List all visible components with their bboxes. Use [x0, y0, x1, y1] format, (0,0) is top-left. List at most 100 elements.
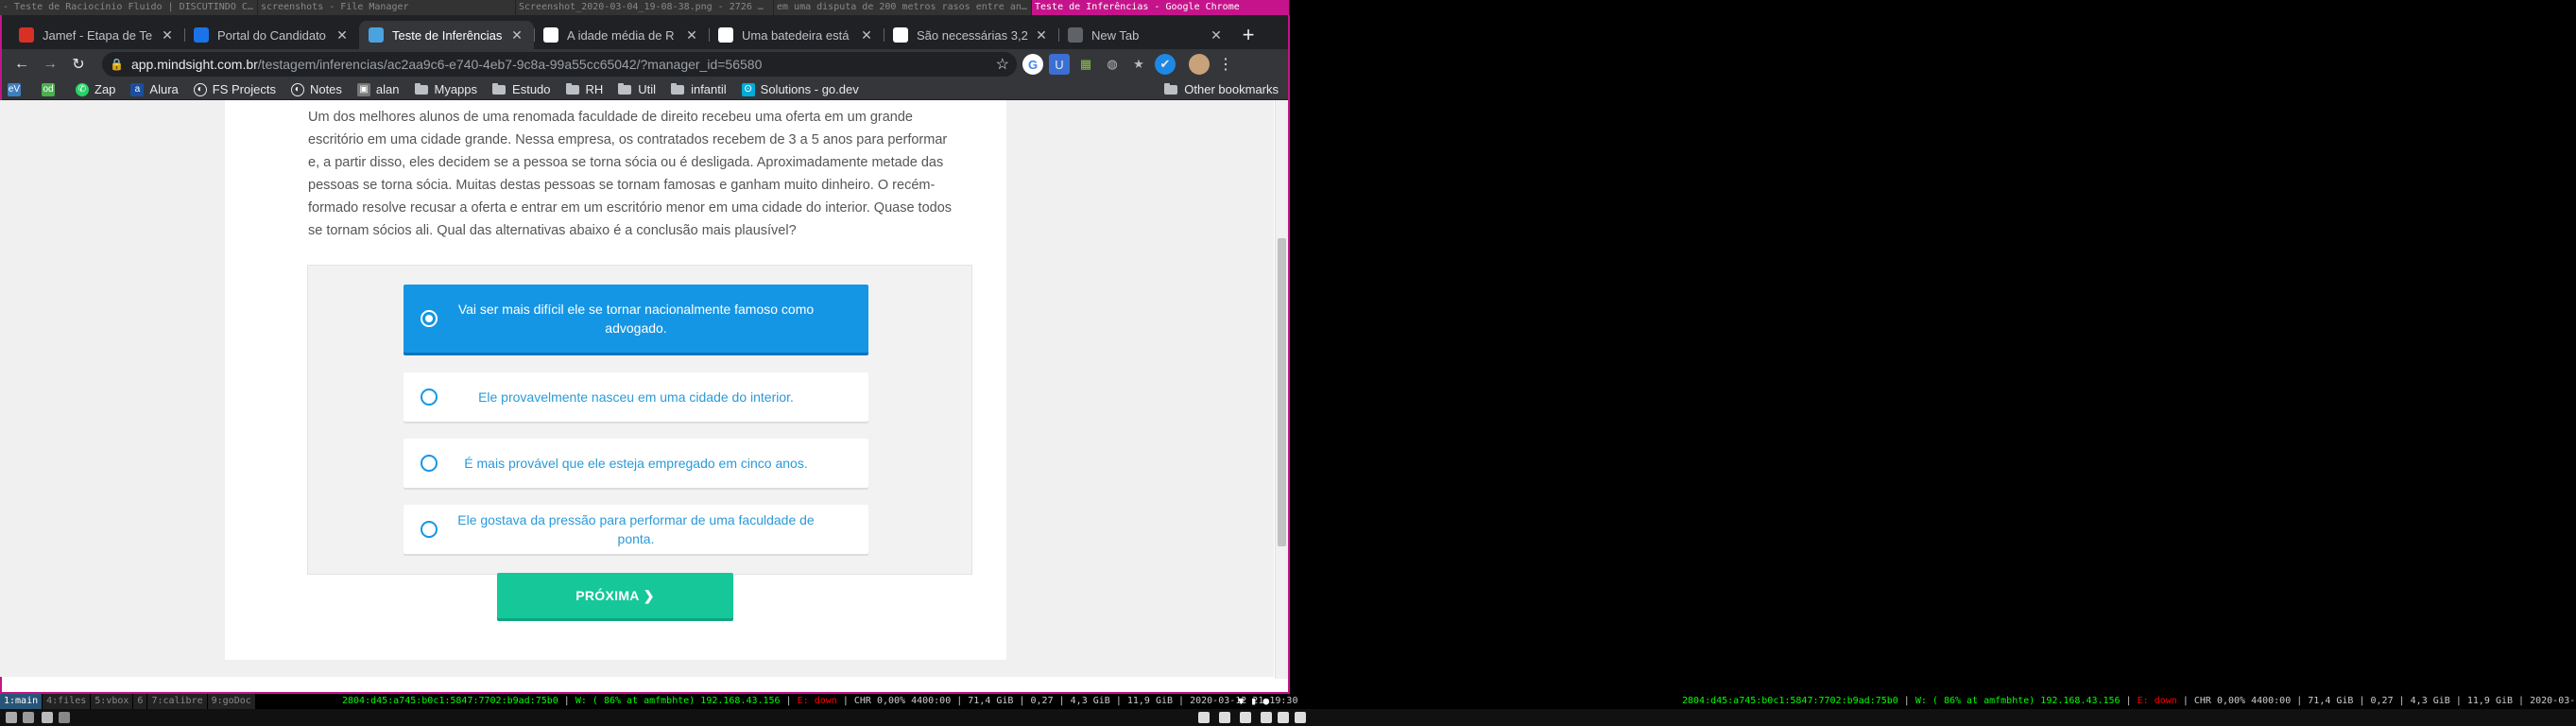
- bookmark-item[interactable]: od: [42, 82, 60, 96]
- ghost-extension-icon[interactable]: ◍: [1102, 54, 1123, 75]
- tab-favicon-icon: [893, 27, 908, 43]
- tab-favicon-icon: [19, 27, 34, 43]
- browser-tab[interactable]: Portal do Candidato ✕: [184, 21, 359, 49]
- close-tab-icon[interactable]: ✕: [684, 27, 699, 43]
- scrollbar-thumb[interactable]: [1278, 238, 1286, 546]
- bookmark-folder[interactable]: Util: [618, 82, 656, 96]
- bookmark-label: Alura: [149, 82, 179, 96]
- shield-extension-icon[interactable]: U: [1049, 54, 1070, 75]
- bookmark-folder[interactable]: Estudo: [492, 82, 551, 96]
- star-extension-icon[interactable]: ★: [1128, 54, 1149, 75]
- back-arrow-icon[interactable]: ←: [8, 51, 36, 78]
- menu-kebab-icon[interactable]: ⋮: [1215, 54, 1236, 75]
- close-tab-icon[interactable]: ✕: [509, 27, 524, 43]
- i3-window-title-active[interactable]: Teste de Inferências - Google Chrome: [1032, 0, 1290, 15]
- bookmark-star-icon[interactable]: ☆: [996, 55, 1009, 74]
- workspace-button[interactable]: 4:files: [43, 694, 91, 709]
- bookmark-folder[interactable]: Myapps: [414, 82, 477, 96]
- bell-icon[interactable]: [1198, 712, 1210, 723]
- tab-label: São necessárias 3,2: [917, 27, 1028, 43]
- i3-window-title[interactable]: Screenshot_2020-03-04_19-08-38.png - 272…: [516, 0, 774, 15]
- bookmark-folder[interactable]: RH: [565, 82, 603, 96]
- tab-label: Teste de Inferências: [392, 27, 503, 43]
- browser-tab[interactable]: São necessárias 3,2 ✕: [884, 21, 1058, 49]
- grid-extension-icon[interactable]: ▦: [1075, 54, 1096, 75]
- profile-avatar-icon[interactable]: [1189, 54, 1210, 75]
- reload-icon[interactable]: ↻: [64, 51, 93, 78]
- option-label: Vai ser mais difícil ele se tornar nacio…: [457, 302, 815, 336]
- tab-strip: Jamef - Etapa de Te ✕ Portal do Candidat…: [2, 15, 1288, 49]
- radio-button[interactable]: [421, 521, 438, 538]
- radio-button-checked[interactable]: [421, 310, 438, 327]
- tab-label: Jamef - Etapa de Te: [43, 27, 153, 43]
- terminal-icon[interactable]: [6, 712, 17, 723]
- tab-favicon-icon: [718, 27, 733, 43]
- next-button[interactable]: PRÓXIMA ❯: [497, 573, 733, 618]
- bookmark-item[interactable]: ✆ Zap: [76, 82, 115, 96]
- workspace-button[interactable]: 7:calibre: [147, 694, 207, 709]
- files-icon[interactable]: [23, 712, 34, 723]
- status-system: CHR 0,00% 4400:00 | 71,4 GiB | 0,27 | 4,…: [2193, 696, 2576, 706]
- app-icon[interactable]: [42, 712, 53, 723]
- tab-label: Uma batedeira está: [742, 27, 850, 43]
- bookmark-label: Zap: [94, 82, 116, 96]
- bookmark-item[interactable]: ◐ FS Projects: [193, 82, 276, 96]
- bookmark-item[interactable]: ʘ Solutions - go.dev: [741, 82, 859, 96]
- tab-label: A idade média de R: [567, 27, 675, 43]
- address-bar[interactable]: 🔒 app.mindsight.com.br/testagem/inferenc…: [102, 52, 1017, 77]
- answer-option[interactable]: Ele gostava da pressão para performar de…: [404, 505, 868, 554]
- close-tab-icon[interactable]: ✕: [859, 27, 874, 43]
- answer-option[interactable]: É mais provável que ele esteja empregado…: [404, 439, 868, 488]
- battery-icon[interactable]: ▮: [1250, 695, 1257, 707]
- radio-button[interactable]: [421, 389, 438, 406]
- power-icon[interactable]: [1278, 712, 1289, 723]
- i3-window-title[interactable]: screenshots - File Manager: [258, 0, 516, 15]
- google-extension-icon[interactable]: G: [1022, 54, 1043, 75]
- tab-label: Portal do Candidato: [217, 27, 326, 43]
- bookmark-item[interactable]: ◐ Notes: [290, 82, 342, 96]
- close-tab-icon[interactable]: ✕: [335, 27, 350, 43]
- close-tab-icon[interactable]: ✕: [1209, 27, 1224, 43]
- bookmark-item[interactable]: a Alura: [130, 82, 179, 96]
- workspace-indicator-icon[interactable]: [1295, 712, 1306, 723]
- page-scrollbar[interactable]: [1275, 100, 1288, 679]
- forward-arrow-icon[interactable]: →: [36, 51, 64, 78]
- browser-tab[interactable]: Uma batedeira está ✕: [709, 21, 884, 49]
- bookmark-folder[interactable]: infantil: [671, 82, 727, 96]
- browser-toolbar: ← → ↻ 🔒 app.mindsight.com.br/testagem/in…: [2, 49, 1288, 79]
- new-tab-button[interactable]: +: [1233, 21, 1263, 49]
- volume-icon[interactable]: [1240, 712, 1251, 723]
- browser-tab-active[interactable]: Teste de Inferências ✕: [359, 21, 534, 49]
- close-tab-icon[interactable]: ✕: [160, 27, 175, 43]
- other-bookmarks-folder[interactable]: Other bookmarks: [1164, 82, 1279, 96]
- url-host: app.mindsight.com.br: [130, 57, 258, 72]
- workspace-button[interactable]: 9:goDoc: [207, 694, 255, 709]
- notification-icon[interactable]: ●: [1263, 695, 1270, 707]
- bookmark-item[interactable]: eV: [8, 82, 26, 96]
- workspace-button[interactable]: 1:main: [0, 694, 43, 709]
- status-ethernet: E: down: [2137, 696, 2177, 706]
- network-icon[interactable]: [1261, 712, 1272, 723]
- browser-tab[interactable]: New Tab ✕: [1058, 21, 1233, 49]
- close-tab-icon[interactable]: ✕: [1034, 27, 1049, 43]
- answer-option[interactable]: Ele provavelmente nasceu em uma cidade d…: [404, 372, 868, 422]
- tab-favicon-icon: [369, 27, 384, 43]
- i3-window-title[interactable]: - Teste de Raciocínio Fluido | DISCUTIND…: [0, 0, 258, 15]
- bookmark-item[interactable]: ▣ alan: [356, 82, 400, 96]
- blue-extension-icon[interactable]: ✔: [1155, 54, 1176, 75]
- ev-icon: eV: [8, 82, 21, 96]
- notes-icon: ◐: [290, 82, 304, 96]
- bookmark-label: Other bookmarks: [1184, 82, 1279, 96]
- display-icon[interactable]: [1219, 712, 1230, 723]
- app-icon[interactable]: [59, 712, 70, 723]
- answer-option-selected[interactable]: Vai ser mais difícil ele se tornar nacio…: [404, 285, 868, 353]
- workspace-button[interactable]: 6: [133, 694, 147, 709]
- browser-tab[interactable]: Jamef - Etapa de Te ✕: [9, 21, 184, 49]
- workspace-button[interactable]: 5:vbox: [91, 694, 133, 709]
- folder-icon: [565, 82, 579, 95]
- browser-tab[interactable]: A idade média de R ✕: [534, 21, 709, 49]
- wifi-icon[interactable]: ▼: [1238, 695, 1245, 707]
- radio-button[interactable]: [421, 455, 438, 472]
- globe-icon: ◐: [193, 82, 207, 96]
- i3-window-title[interactable]: em uma disputa de 200 metros rasos entre…: [774, 0, 1032, 15]
